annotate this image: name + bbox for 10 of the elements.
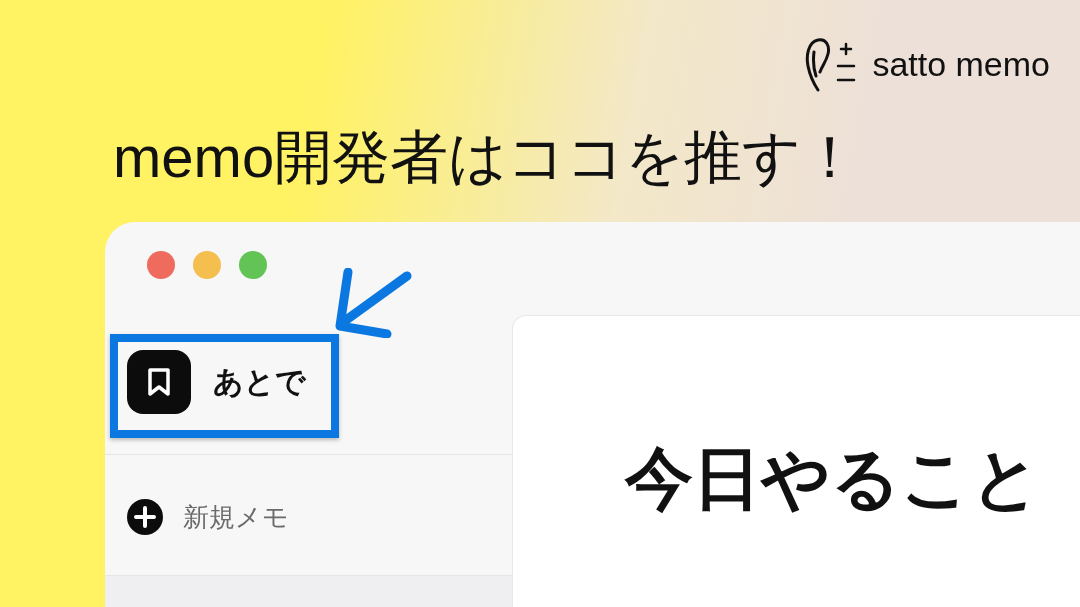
- brand-name: satto memo: [872, 47, 1050, 81]
- close-window-button[interactable]: [147, 251, 175, 279]
- sidebar-item-label[interactable]: 新規メモ: [183, 504, 289, 530]
- minimize-window-button[interactable]: [193, 251, 221, 279]
- sidebar-item-label[interactable]: あとで: [213, 367, 306, 397]
- bookmark-icon: [127, 350, 191, 414]
- zoom-window-button[interactable]: [239, 251, 267, 279]
- plus-icon: [127, 499, 163, 535]
- headline: memo開発者はココを推す！: [113, 128, 860, 186]
- note-title: 今日やること: [625, 444, 1042, 512]
